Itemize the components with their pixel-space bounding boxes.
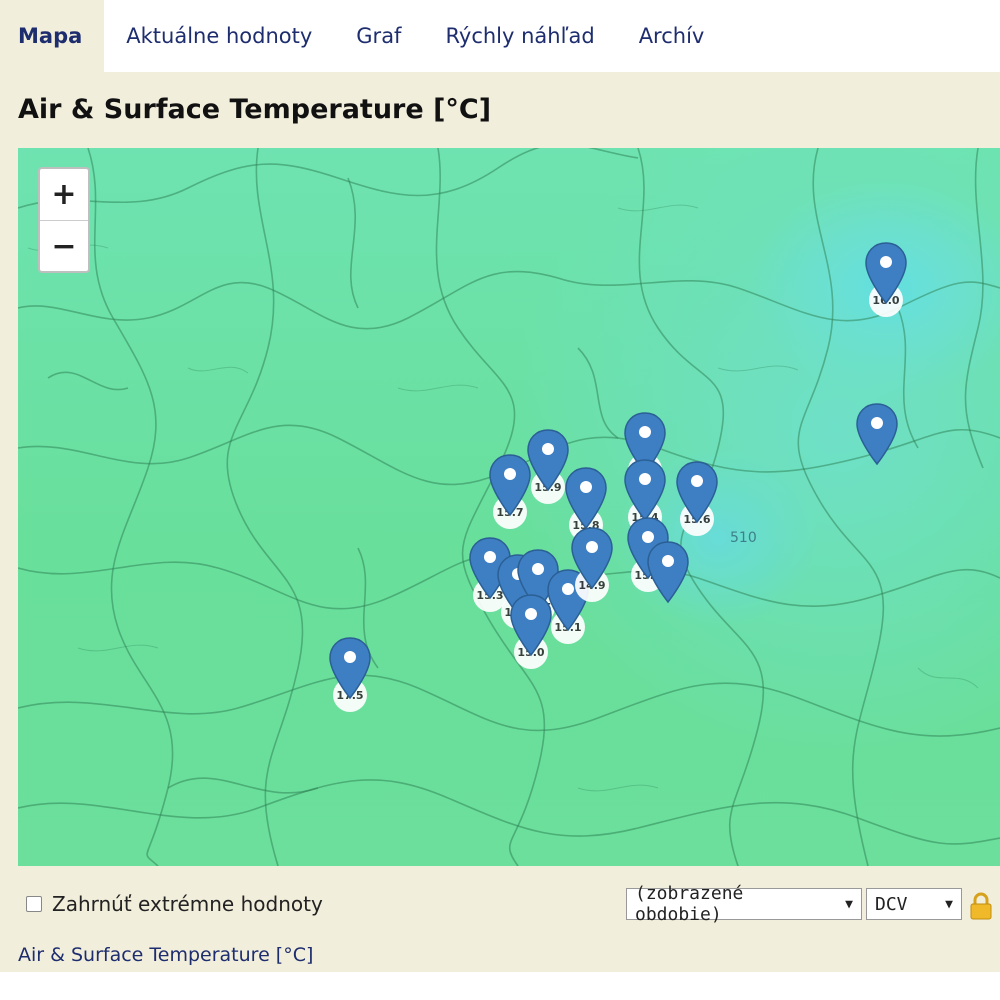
zoom-control: + − xyxy=(38,167,90,273)
map-marker-icon[interactable] xyxy=(509,593,553,659)
aggregation-select[interactable]: DCV ▼ xyxy=(866,888,962,920)
tab-bar: Mapa Aktuálne hodnoty Graf Rýchly náhľad… xyxy=(0,0,1000,72)
map-marker-icon[interactable] xyxy=(564,466,608,532)
tab-mapa[interactable]: Mapa xyxy=(0,0,105,72)
tab-aktualne-hodnoty[interactable]: Aktuálne hodnoty xyxy=(104,0,334,72)
include-extremes-option[interactable]: Zahrnúť extrémne hodnoty xyxy=(26,892,323,916)
map-marker-icon[interactable] xyxy=(855,402,899,468)
map-view[interactable]: + − 510 15.715.915.816.115.615.415.315.2… xyxy=(18,148,1000,866)
bottom-strip xyxy=(0,972,1000,1000)
zoom-out-button[interactable]: − xyxy=(40,220,88,272)
footer-link[interactable]: Air & Surface Temperature [°C] xyxy=(18,944,313,966)
chevron-down-icon: ▼ xyxy=(845,896,853,912)
period-select[interactable]: (zobrazené obdobie) ▼ xyxy=(626,883,862,925)
map-place-label: 510 xyxy=(730,530,757,546)
map-marker-icon[interactable] xyxy=(328,636,372,702)
page-title: Air & Surface Temperature [°C] xyxy=(18,94,492,125)
tab-graf[interactable]: Graf xyxy=(334,0,423,72)
chevron-down-icon: ▼ xyxy=(945,896,953,912)
include-extremes-label: Zahrnúť extrémne hodnoty xyxy=(52,892,323,916)
map-marker-icon[interactable] xyxy=(675,460,719,526)
include-extremes-checkbox[interactable] xyxy=(26,896,42,912)
map-marker-icon[interactable] xyxy=(864,241,908,307)
tab-archiv[interactable]: Archív xyxy=(617,0,727,72)
map-marker-icon[interactable] xyxy=(570,526,614,592)
period-select-value: (zobrazené obdobie) xyxy=(635,883,744,925)
tab-rychly-nahlad[interactable]: Rýchly náhľad xyxy=(423,0,616,72)
map-marker-icon[interactable] xyxy=(623,458,667,524)
map-marker-icon[interactable] xyxy=(646,540,690,606)
lock-icon[interactable] xyxy=(968,892,994,920)
aggregation-select-value: DCV xyxy=(875,893,908,915)
zoom-in-button[interactable]: + xyxy=(40,169,88,220)
controls-bar: Zahrnúť extrémne hodnoty (zobrazené obdo… xyxy=(0,880,1000,930)
